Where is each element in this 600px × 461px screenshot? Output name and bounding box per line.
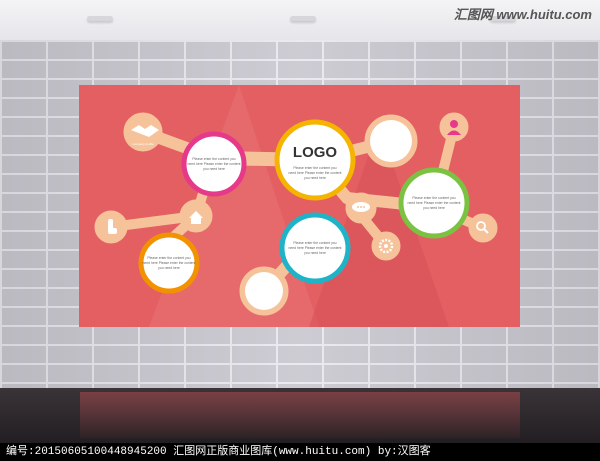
circle-teal: Please enter the content you need here P… xyxy=(279,212,351,284)
circle-green: Please enter the content you need here P… xyxy=(398,167,470,239)
logo-text-line1: Please enter the content you xyxy=(293,166,336,170)
pink-text-line3: you need here xyxy=(203,167,225,171)
circle-logo-yellow: LOGO Please enter the content you need h… xyxy=(274,119,356,201)
orange-text-line2: need here Please enter the content xyxy=(143,261,196,265)
pink-text-line1: Please enter the content you xyxy=(192,157,235,161)
circle-orange: Please enter the content you need here P… xyxy=(138,232,200,294)
circle-pink: Please enter the content you need here P… xyxy=(181,131,247,197)
logo-text-line2: need here Please enter the content xyxy=(289,171,342,175)
handshake-caption: company profile xyxy=(132,142,154,146)
logo-text: LOGO xyxy=(293,144,337,161)
ceiling-lamp-center xyxy=(290,16,316,21)
pink-text-line2: need here Please enter the content xyxy=(188,162,241,166)
green-text-line1: Please enter the content you xyxy=(412,196,455,200)
green-text-line2: need here Please enter the content xyxy=(408,201,461,205)
teal-text-line2: need here Please enter the content xyxy=(289,246,342,250)
watermark: 汇图网 www.huitu.com xyxy=(453,7,592,22)
small-bubble-bottom xyxy=(245,272,283,310)
teal-text-line3: you need here xyxy=(304,251,326,255)
orange-text-line1: Please enter the content you xyxy=(147,256,190,260)
display-board: company profile Please enter the content… xyxy=(79,85,520,327)
ceiling-lamp-left xyxy=(87,16,113,21)
small-bubble-top-right xyxy=(370,120,412,162)
teal-text-line1: Please enter the content you xyxy=(293,241,336,245)
footer-caption: 编号:20150605100448945200 汇图网正版商业图库(www.hu… xyxy=(0,443,600,461)
chat-bubble-icon xyxy=(352,202,370,212)
floor-reflection xyxy=(80,392,520,438)
logo-text-line3: you need here xyxy=(304,176,326,180)
green-text-line3: you need here xyxy=(423,206,445,210)
orange-text-line3: you need here xyxy=(158,266,180,270)
